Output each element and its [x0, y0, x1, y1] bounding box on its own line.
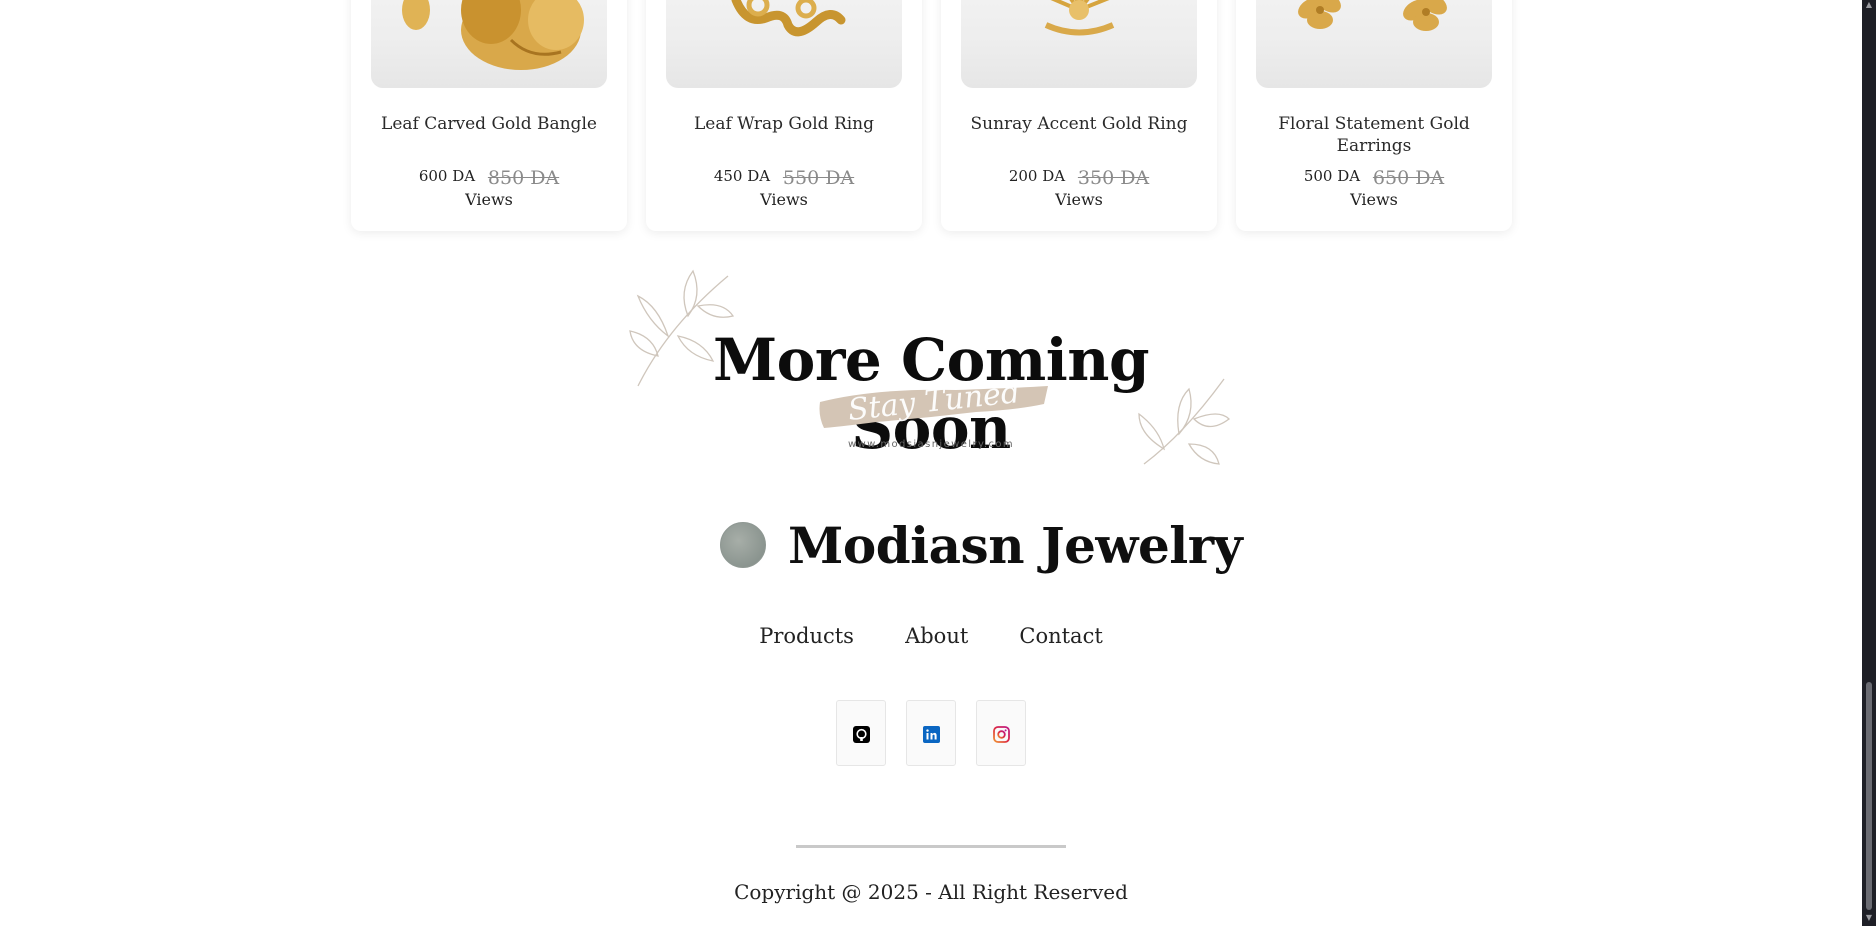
product-image[interactable] — [1256, 0, 1492, 88]
product-image[interactable] — [371, 0, 607, 88]
product-old-price: 850 DA — [487, 167, 560, 189]
scroll-down-icon[interactable]: ▼ — [1864, 912, 1874, 924]
product-card[interactable]: Leaf Carved Gold Bangle 600 DA 850 DA Vi… — [351, 0, 627, 231]
product-views: Views — [1055, 190, 1103, 209]
product-old-price: 550 DA — [782, 167, 855, 189]
page-scrollbar[interactable]: ▲ ▼ — [1862, 0, 1876, 926]
product-views: Views — [1350, 190, 1398, 209]
product-price: 500 DA — [1303, 167, 1361, 185]
product-name[interactable]: Floral Statement Gold Earrings — [1246, 113, 1502, 157]
product-name[interactable]: Sunray Accent Gold Ring — [951, 113, 1207, 135]
linkedin-icon — [923, 726, 940, 743]
coming-soon-banner: More Coming Soon Stay Tuned www.modsiasn… — [628, 266, 1234, 476]
product-price: 200 DA — [1008, 167, 1066, 185]
product-prices: 600 DA 850 DA — [351, 164, 627, 189]
product-prices: 450 DA 550 DA — [646, 164, 922, 189]
footer-brand: Modiasn Jewelry — [720, 515, 1243, 575]
linkedin-button[interactable] — [906, 700, 956, 766]
product-views: Views — [465, 190, 513, 209]
nav-link-about[interactable]: About — [905, 624, 968, 648]
product-price: 600 DA — [418, 167, 476, 185]
banner-url: www.modsiasnjewelry.com — [847, 439, 1015, 450]
brand-logo — [720, 522, 766, 568]
product-prices: 200 DA 350 DA — [941, 164, 1217, 189]
github-button[interactable] — [836, 700, 886, 766]
product-prices: 500 DA 650 DA — [1236, 164, 1512, 189]
product-price: 450 DA — [713, 167, 771, 185]
scrollbar-thumb[interactable] — [1866, 682, 1872, 910]
nav-link-products[interactable]: Products — [759, 624, 854, 648]
nav-link-contact[interactable]: Contact — [1019, 624, 1102, 648]
scroll-up-icon[interactable]: ▲ — [1864, 0, 1874, 10]
product-old-price: 650 DA — [1372, 167, 1445, 189]
product-card[interactable]: Leaf Wrap Gold Ring 450 DA 550 DA Views — [646, 0, 922, 231]
github-icon — [853, 726, 870, 743]
copyright-text: Copyright @ 2025 - All Right Reserved — [734, 880, 1128, 904]
instagram-icon — [993, 726, 1010, 743]
footer-divider — [796, 845, 1066, 848]
product-grid: Leaf Carved Gold Bangle 600 DA 850 DA Vi… — [351, 0, 1512, 232]
product-card[interactable]: Sunray Accent Gold Ring 200 DA 350 DA Vi… — [941, 0, 1217, 231]
product-old-price: 350 DA — [1077, 167, 1150, 189]
product-name[interactable]: Leaf Wrap Gold Ring — [656, 113, 912, 135]
product-views: Views — [760, 190, 808, 209]
product-image[interactable] — [666, 0, 902, 88]
footer-nav: Products About Contact — [0, 624, 1862, 648]
product-name[interactable]: Leaf Carved Gold Bangle — [361, 113, 617, 135]
product-card[interactable]: Floral Statement Gold Earrings 500 DA 65… — [1236, 0, 1512, 231]
instagram-button[interactable] — [976, 700, 1026, 766]
page: Leaf Carved Gold Bangle 600 DA 850 DA Vi… — [0, 0, 1862, 926]
brand-name: Modiasn Jewelry — [788, 515, 1243, 575]
product-image[interactable] — [961, 0, 1197, 88]
